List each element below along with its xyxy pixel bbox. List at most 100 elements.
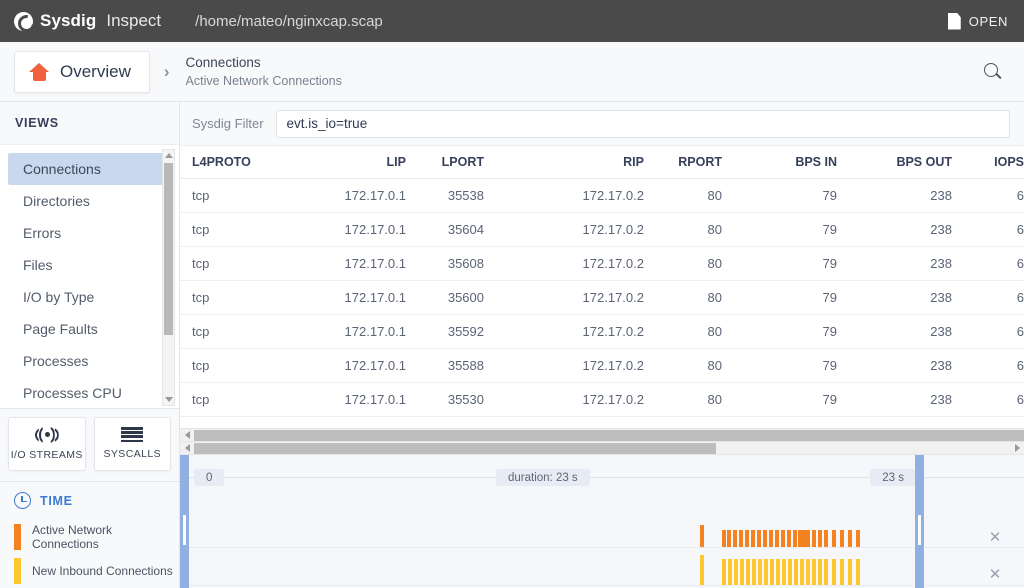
filter-bar: Sysdig Filter — [180, 102, 1024, 146]
syscalls-button[interactable]: SYSCALLS — [94, 417, 172, 471]
cell-lip: 172.17.0.1 — [298, 417, 418, 429]
scroll-left-icon[interactable] — [180, 429, 194, 442]
scroll-thumb-inner[interactable] — [194, 443, 716, 454]
column-header-rport[interactable]: RPORT — [656, 146, 734, 179]
sidebar-item-errors[interactable]: Errors — [8, 217, 169, 249]
page-title: Connections — [186, 53, 342, 73]
open-button[interactable]: OPEN — [948, 0, 1008, 42]
cell-lport: 35608 — [418, 247, 496, 281]
column-header-lip[interactable]: LIP — [298, 146, 418, 179]
column-header-bps-in[interactable]: BPS IN — [734, 146, 849, 179]
cell-lip: 172.17.0.1 — [298, 383, 418, 417]
table-row[interactable]: tcp172.17.0.135600172.17.0.280792386n — [180, 281, 1024, 315]
sidebar-item-label: Errors — [23, 225, 61, 241]
timeline-bar — [824, 530, 828, 547]
sidebar-item-label: Files — [23, 257, 53, 273]
cell-rport: 80 — [656, 315, 734, 349]
cell-bps-out: 238 — [849, 315, 964, 349]
sysdig-filter-input[interactable] — [276, 110, 1010, 138]
timeline-range-handle-right[interactable] — [915, 455, 924, 588]
sidebar-item-processes[interactable]: Processes — [8, 345, 169, 377]
close-icon-track-1[interactable]: ✕ — [988, 531, 1002, 545]
views-scrollbar[interactable] — [162, 149, 175, 405]
sidebar-item-processes-cpu[interactable]: Processes CPU — [8, 377, 169, 407]
column-header-l4proto[interactable]: L4PROTO — [180, 146, 298, 179]
views-list-container: ConnectionsDirectories Errors Files I/O by … — [0, 145, 179, 407]
scroll-left-icon-inner[interactable] — [180, 442, 194, 455]
wave-signal-icon — [35, 427, 59, 443]
cell-rport: 80 — [656, 213, 734, 247]
search-icon[interactable] — [982, 61, 1004, 83]
legend-label: New Inbound Connections — [32, 564, 173, 578]
cell-l4proto: tcp — [180, 349, 298, 383]
cell-bps-out: 238 — [849, 349, 964, 383]
timeline-bar — [734, 559, 738, 585]
cell-iops: 6 — [964, 179, 1024, 213]
cell-bps-in: 79 — [734, 281, 849, 315]
sidebar-item-page-faults[interactable]: Page Faults — [8, 313, 169, 345]
timeline-bar — [739, 530, 743, 547]
scroll-down-icon[interactable] — [163, 394, 174, 405]
cell-l4proto: tcp — [180, 417, 298, 429]
close-icon-track-2[interactable]: ✕ — [988, 568, 1002, 582]
views-scrollbar-thumb[interactable] — [164, 163, 173, 335]
cell-bps-in: 79 — [734, 179, 849, 213]
sidebar-item-files[interactable]: Files — [8, 249, 169, 281]
sidebar-item-directories[interactable]: Directories — [8, 185, 169, 217]
timeline-start-label: 0 — [194, 469, 224, 486]
table-row[interactable]: tcp172.17.0.135580172.17.0.280792386n — [180, 417, 1024, 429]
table-row[interactable]: tcp172.17.0.135530172.17.0.280792386n — [180, 383, 1024, 417]
timeline-bar — [824, 559, 828, 585]
timeline-bar — [746, 559, 750, 585]
timeline-bar — [700, 555, 704, 585]
breadcrumb-overview-label: Overview — [60, 62, 131, 82]
time-section-header: TIME — [0, 481, 179, 520]
table-row[interactable]: tcp172.17.0.135604172.17.0.280792386n — [180, 213, 1024, 247]
timeline-bar — [745, 530, 749, 547]
timeline-range-handle-left[interactable] — [180, 455, 189, 588]
timeline-bar — [793, 530, 797, 547]
legend-label: Active Network Connections — [32, 523, 179, 551]
cell-lport: 35588 — [418, 349, 496, 383]
timeline-bar — [856, 559, 860, 585]
table-horizontal-scrollbar-outer[interactable] — [180, 428, 1024, 441]
timeline-panel[interactable]: 0 duration: 23 s 23 s ✕ ✕ — [180, 454, 1024, 588]
table-row[interactable]: tcp172.17.0.135538172.17.0.280792386n — [180, 179, 1024, 213]
breadcrumb-overview-button[interactable]: Overview — [14, 51, 150, 93]
cell-lip: 172.17.0.1 — [298, 213, 418, 247]
table-body: tcp172.17.0.135538172.17.0.280792386ntcp… — [180, 179, 1024, 429]
legend-item[interactable]: Active Network Connections — [0, 520, 179, 554]
sidebar-item-i-o-by-type[interactable]: I/O by Type — [8, 281, 169, 313]
scroll-up-icon[interactable] — [163, 150, 174, 161]
cell-l4proto: tcp — [180, 383, 298, 417]
scroll-right-icon-inner[interactable] — [1010, 442, 1024, 455]
legend-item[interactable]: New Inbound Connections — [0, 554, 179, 588]
column-header-bps-out[interactable]: BPS OUT — [849, 146, 964, 179]
cell-l4proto: tcp — [180, 315, 298, 349]
cell-rip: 172.17.0.2 — [496, 417, 656, 429]
scroll-thumb-outer[interactable] — [194, 430, 1024, 441]
sidebar-item-connections[interactable]: Connections — [8, 153, 169, 185]
column-header-iops[interactable]: IOPS — [964, 146, 1024, 179]
scroll-track-inner[interactable] — [194, 443, 1010, 454]
table-row[interactable]: tcp172.17.0.135588172.17.0.280792386n — [180, 349, 1024, 383]
cell-rport: 80 — [656, 349, 734, 383]
timeline-track-divider-1 — [180, 547, 1024, 548]
document-icon — [948, 13, 961, 30]
table-horizontal-scrollbar-inner[interactable] — [180, 441, 1024, 454]
cell-lport: 35600 — [418, 281, 496, 315]
scroll-track-outer[interactable] — [194, 430, 1024, 441]
timeline-bar — [700, 525, 704, 547]
timeline-bar — [840, 530, 844, 547]
table-row[interactable]: tcp172.17.0.135608172.17.0.280792386n — [180, 247, 1024, 281]
cell-bps-out: 238 — [849, 213, 964, 247]
cell-bps-in: 79 — [734, 383, 849, 417]
timeline-bar — [733, 530, 737, 547]
table-row[interactable]: tcp172.17.0.135592172.17.0.280792386n — [180, 315, 1024, 349]
cell-iops: 6 — [964, 213, 1024, 247]
filter-label: Sysdig Filter — [192, 116, 264, 131]
io-streams-button[interactable]: I/O STREAMS — [8, 417, 86, 471]
column-header-rip[interactable]: RIP — [496, 146, 656, 179]
cell-bps-in: 79 — [734, 417, 849, 429]
column-header-lport[interactable]: LPORT — [418, 146, 496, 179]
